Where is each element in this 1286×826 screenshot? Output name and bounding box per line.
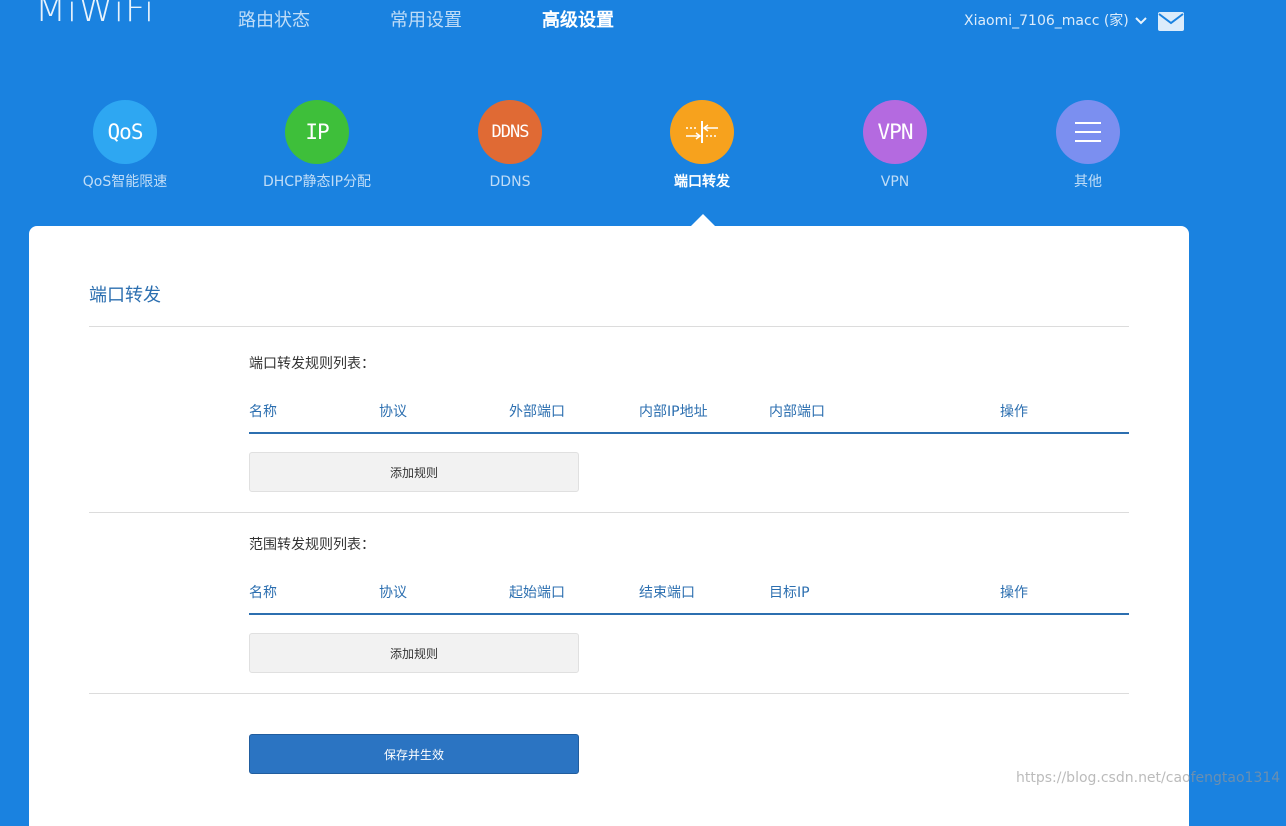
range-forward-section-title: 范围转发规则列表： bbox=[249, 537, 375, 553]
column-header: 内部端口 bbox=[769, 404, 825, 420]
column-header: 操作 bbox=[1000, 404, 1028, 420]
column-header: 目标IP bbox=[769, 585, 810, 601]
feature-qos[interactable]: QoS QoS智能限速 bbox=[30, 100, 220, 191]
column-header: 协议 bbox=[379, 585, 407, 601]
chevron-down-icon bbox=[1135, 17, 1147, 25]
column-header: 名称 bbox=[249, 404, 277, 420]
ddns-icon: DDNS bbox=[478, 100, 542, 164]
feature-other[interactable]: 其他 bbox=[993, 100, 1183, 191]
ip-icon: IP bbox=[285, 100, 349, 164]
feature-port-forward-label: 端口转发 bbox=[674, 174, 730, 190]
panel-title: 端口转发 bbox=[89, 285, 161, 306]
port-forward-section-title: 端口转发规则列表： bbox=[249, 356, 375, 372]
feature-ddns[interactable]: DDNS DDNS bbox=[415, 100, 605, 191]
add-range-rule-button[interactable]: 添加规则 bbox=[249, 633, 579, 673]
user-menu[interactable]: Xiaomi_7106_macc (家) bbox=[964, 10, 1147, 32]
divider bbox=[89, 326, 1129, 327]
nav-router-status[interactable]: 路由状态 bbox=[238, 8, 310, 34]
menu-icon bbox=[1056, 100, 1120, 164]
user-name: Xiaomi_7106_macc (家) bbox=[964, 13, 1129, 29]
feature-port-forward[interactable]: 端口转发 bbox=[607, 100, 797, 191]
add-port-rule-button[interactable]: 添加规则 bbox=[249, 452, 579, 492]
range-forward-table-header: 名称 协议 起始端口 结束端口 目标IP 操作 bbox=[249, 583, 1129, 615]
column-header: 协议 bbox=[379, 404, 407, 420]
content-panel: 端口转发 端口转发规则列表： 名称 协议 外部端口 内部IP地址 内部端口 操作… bbox=[29, 226, 1189, 826]
column-header: 外部端口 bbox=[509, 404, 565, 420]
column-header: 结束端口 bbox=[639, 585, 695, 601]
watermark: https://blog.csdn.net/caofengtao1314 bbox=[1016, 770, 1281, 786]
feature-ddns-label: DDNS bbox=[489, 174, 531, 190]
feature-vpn[interactable]: VPN VPN bbox=[800, 100, 990, 191]
column-header: 操作 bbox=[1000, 585, 1028, 601]
column-header: 起始端口 bbox=[509, 585, 565, 601]
nav-advanced-settings[interactable]: 高级设置 bbox=[542, 8, 614, 34]
mail-icon[interactable] bbox=[1158, 12, 1184, 31]
divider bbox=[89, 512, 1129, 513]
feature-other-label: 其他 bbox=[1074, 174, 1102, 190]
vpn-icon: VPN bbox=[863, 100, 927, 164]
feature-dhcp-static-ip[interactable]: IP DHCP静态IP分配 bbox=[222, 100, 412, 191]
divider bbox=[89, 693, 1129, 694]
column-header: 名称 bbox=[249, 585, 277, 601]
feature-qos-label: QoS智能限速 bbox=[82, 174, 168, 190]
feature-dhcp-label: DHCP静态IP分配 bbox=[262, 174, 372, 190]
column-header: 内部IP地址 bbox=[639, 404, 708, 420]
qos-icon: QoS bbox=[93, 100, 157, 164]
save-and-apply-button[interactable]: 保存并生效 bbox=[249, 734, 579, 774]
feature-vpn-label: VPN bbox=[880, 174, 910, 190]
port-forward-icon bbox=[670, 100, 734, 164]
port-forward-table-header: 名称 协议 外部端口 内部IP地址 内部端口 操作 bbox=[249, 402, 1129, 434]
active-tab-pointer bbox=[691, 214, 715, 226]
miwifi-logo: MiWiFi bbox=[35, 0, 155, 30]
nav-common-settings[interactable]: 常用设置 bbox=[390, 8, 462, 34]
